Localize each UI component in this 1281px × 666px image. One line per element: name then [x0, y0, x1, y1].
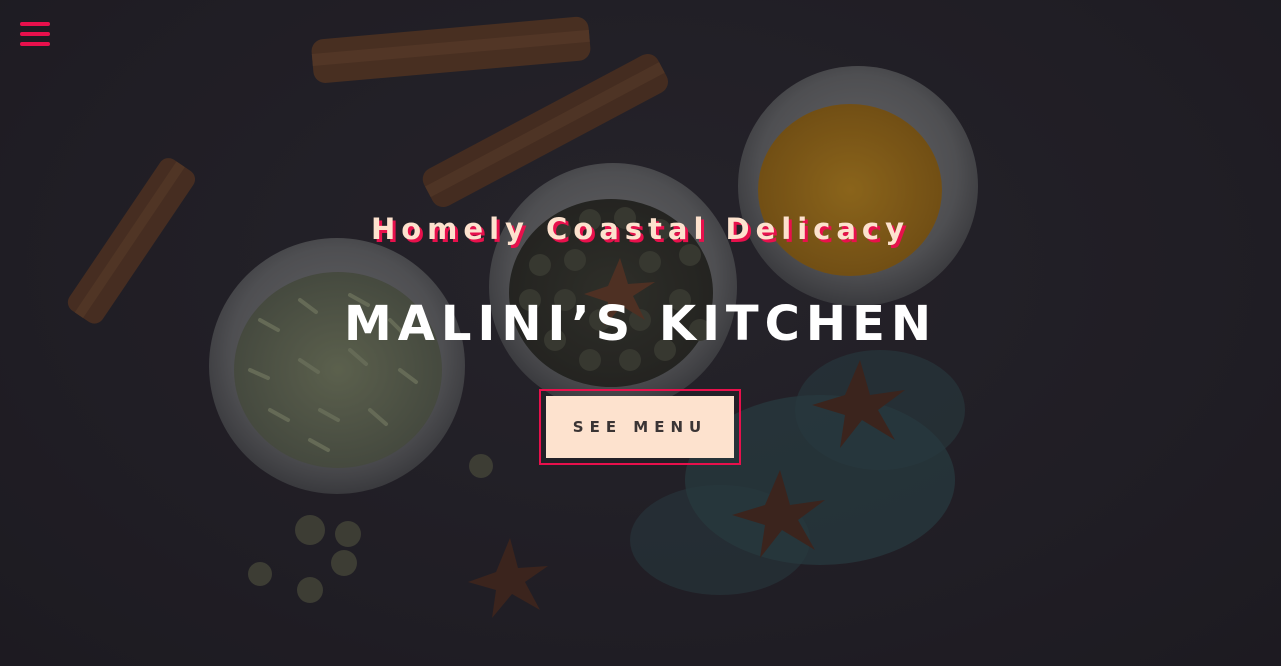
menu-bar [20, 42, 50, 46]
hero-title: MALINI’S KITCHEN [343, 296, 938, 352]
menu-bar [20, 22, 50, 26]
see-menu-button[interactable]: SEE MENU [546, 396, 734, 458]
hamburger-menu-icon[interactable] [20, 22, 50, 48]
hero-section: Homely Coastal Delicacy MALINI’S KITCHEN… [0, 0, 1281, 666]
menu-bar [20, 32, 50, 36]
hero-tagline: Homely Coastal Delicacy [370, 212, 910, 246]
